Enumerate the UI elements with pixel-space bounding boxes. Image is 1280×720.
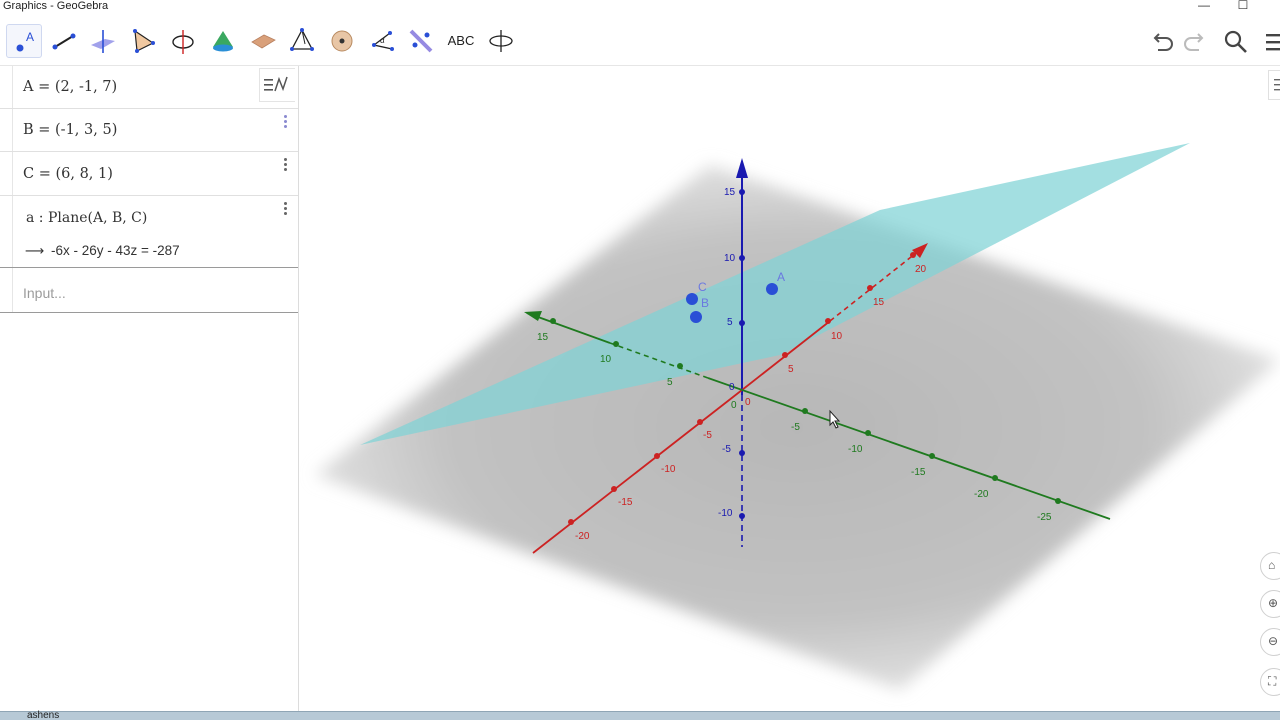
circle-axis-tool-icon <box>172 30 194 54</box>
z-tick-label: 10 <box>724 253 736 264</box>
x-tick-label: -15 <box>618 497 633 508</box>
graphics-3d-view[interactable]: 15 10 5 0 -5 -10 20 15 10 5 0 -5 -10 -15… <box>300 66 1280 716</box>
y-tick-label: -10 <box>848 444 863 455</box>
polygon-tool-icon <box>133 29 155 53</box>
reflect-tool-icon <box>409 29 433 53</box>
undo-icon[interactable] <box>1148 28 1176 56</box>
move-point-tool[interactable]: A <box>6 24 42 58</box>
algebra-style-bar-button[interactable] <box>259 68 295 102</box>
algebra-item-B[interactable]: B = (-1, 3, 5) <box>0 109 298 152</box>
plane-tool[interactable] <box>245 24 281 58</box>
x-tick-label: -20 <box>575 531 590 542</box>
algebra-item-text: B = (-1, 3, 5) <box>23 122 118 138</box>
sphere-tool[interactable] <box>324 24 360 58</box>
style-bar-menu-icon <box>1274 79 1280 91</box>
text-tool-icon: ABC <box>447 33 475 48</box>
maximize-button[interactable]: ☐ <box>1236 0 1250 13</box>
svg-text:A: A <box>26 30 34 44</box>
algebra-description-mode-icon <box>264 76 288 92</box>
algebra-item-C[interactable]: C = (6, 8, 1) <box>0 152 298 196</box>
segment-tool-icon <box>52 33 76 50</box>
output-arrow-icon: ⟶ <box>25 243 45 258</box>
zoom-out-icon: ⊖ <box>1268 634 1279 648</box>
angle-tool-icon: α <box>372 31 394 51</box>
move-point-tool-icon: A <box>16 30 34 52</box>
algebra-view: A = (2, -1, 7) B = (-1, 3, 5) C = (6, 8,… <box>0 66 299 716</box>
minimize-button[interactable]: — <box>1197 0 1211 13</box>
fullscreen-icon: ⛶ <box>1268 674 1277 688</box>
x-tick-label: 20 <box>915 264 927 275</box>
cone-tool-icon <box>213 31 233 52</box>
x-tick-label: 5 <box>788 364 794 375</box>
x-tick-label: -5 <box>703 430 712 441</box>
input-bar[interactable]: Input... <box>0 268 298 313</box>
zoom-in-button[interactable]: ⊕ <box>1260 590 1280 618</box>
y-tick-label: 5 <box>667 377 673 388</box>
fullscreen-button[interactable]: ⛶ <box>1260 668 1280 696</box>
toolbar: A α ABC <box>0 18 1280 66</box>
y-tick-label: -20 <box>974 489 989 500</box>
y-tick-label: -25 <box>1037 512 1052 523</box>
taskbar: ashens <box>0 711 1280 720</box>
title-bar: Graphics - GeoGebra — ☐ <box>0 0 1280 18</box>
algebra-item-A[interactable]: A = (2, -1, 7) <box>0 66 298 109</box>
z-tick-label: 5 <box>727 317 733 328</box>
y-tick-label: -5 <box>791 422 800 433</box>
point-label-C: C <box>698 280 707 294</box>
text-tool[interactable]: ABC <box>443 24 479 58</box>
menu-icon[interactable] <box>1262 28 1280 56</box>
point-label-A: A <box>777 270 785 284</box>
search-icon[interactable] <box>1222 28 1250 56</box>
polygon-tool[interactable] <box>125 24 161 58</box>
angle-tool[interactable]: α <box>364 24 400 58</box>
graphics-3d-canvas[interactable]: 15 10 5 0 -5 -10 20 15 10 5 0 -5 -10 -15… <box>300 66 1280 716</box>
graphics-style-bar-toggle[interactable] <box>1268 70 1280 100</box>
algebra-item-output: -6x - 26y - 43z = -287 <box>51 243 180 258</box>
home-button[interactable]: ⌂ <box>1260 552 1280 580</box>
svg-text:α: α <box>380 36 385 45</box>
perpendicular-line-tool-icon <box>91 30 115 53</box>
rotate-view-tool[interactable] <box>483 24 519 58</box>
x-tick-label: 0 <box>745 397 751 408</box>
algebra-item-text: C = (6, 8, 1) <box>23 166 113 182</box>
algebra-item-text: A = (2, -1, 7) <box>23 79 118 95</box>
rotate-view-tool-icon <box>489 30 513 52</box>
algebra-item-plane[interactable]: a : Plane(A, B, C) ⟶ -6x - 26y - 43z = -… <box>0 196 298 268</box>
taskbar-label: ashens <box>27 710 60 720</box>
z-tick-label: -5 <box>722 444 731 455</box>
point-label-B: B <box>701 296 709 310</box>
more-options-icon[interactable] <box>281 157 289 175</box>
home-icon: ⌂ <box>1268 558 1276 572</box>
z-tick-label: -10 <box>718 508 733 519</box>
x-tick-label: -10 <box>661 464 676 475</box>
y-tick-label: 15 <box>537 332 549 343</box>
more-options-icon[interactable] <box>281 201 289 219</box>
reflect-tool[interactable] <box>403 24 439 58</box>
more-options-icon[interactable] <box>281 114 289 132</box>
x-tick-label: 15 <box>873 297 885 308</box>
segment-tool[interactable] <box>46 24 82 58</box>
z-tick-label: 0 <box>729 382 735 393</box>
cone-tool[interactable] <box>205 24 241 58</box>
perpendicular-line-tool[interactable] <box>85 24 121 58</box>
zoom-in-icon: ⊕ <box>1268 596 1279 610</box>
pyramid-tool-icon <box>290 28 314 51</box>
circle-axis-tool[interactable] <box>165 24 201 58</box>
window-title: Graphics - GeoGebra <box>3 0 109 12</box>
sphere-tool-icon <box>331 30 353 52</box>
redo-icon[interactable] <box>1181 28 1209 56</box>
zoom-out-button[interactable]: ⊖ <box>1260 628 1280 656</box>
y-tick-label: -15 <box>911 467 926 478</box>
algebra-item-text: a : Plane(A, B, C) <box>26 210 148 226</box>
pyramid-tool[interactable] <box>284 24 320 58</box>
x-tick-label: 10 <box>831 331 843 342</box>
input-placeholder: Input... <box>23 285 66 301</box>
z-axis-arrow <box>736 158 748 178</box>
y-tick-label: 10 <box>600 354 612 365</box>
y-tick-label: 0 <box>731 400 737 411</box>
z-tick-label: 15 <box>724 187 736 198</box>
plane-tool-icon <box>251 34 276 49</box>
